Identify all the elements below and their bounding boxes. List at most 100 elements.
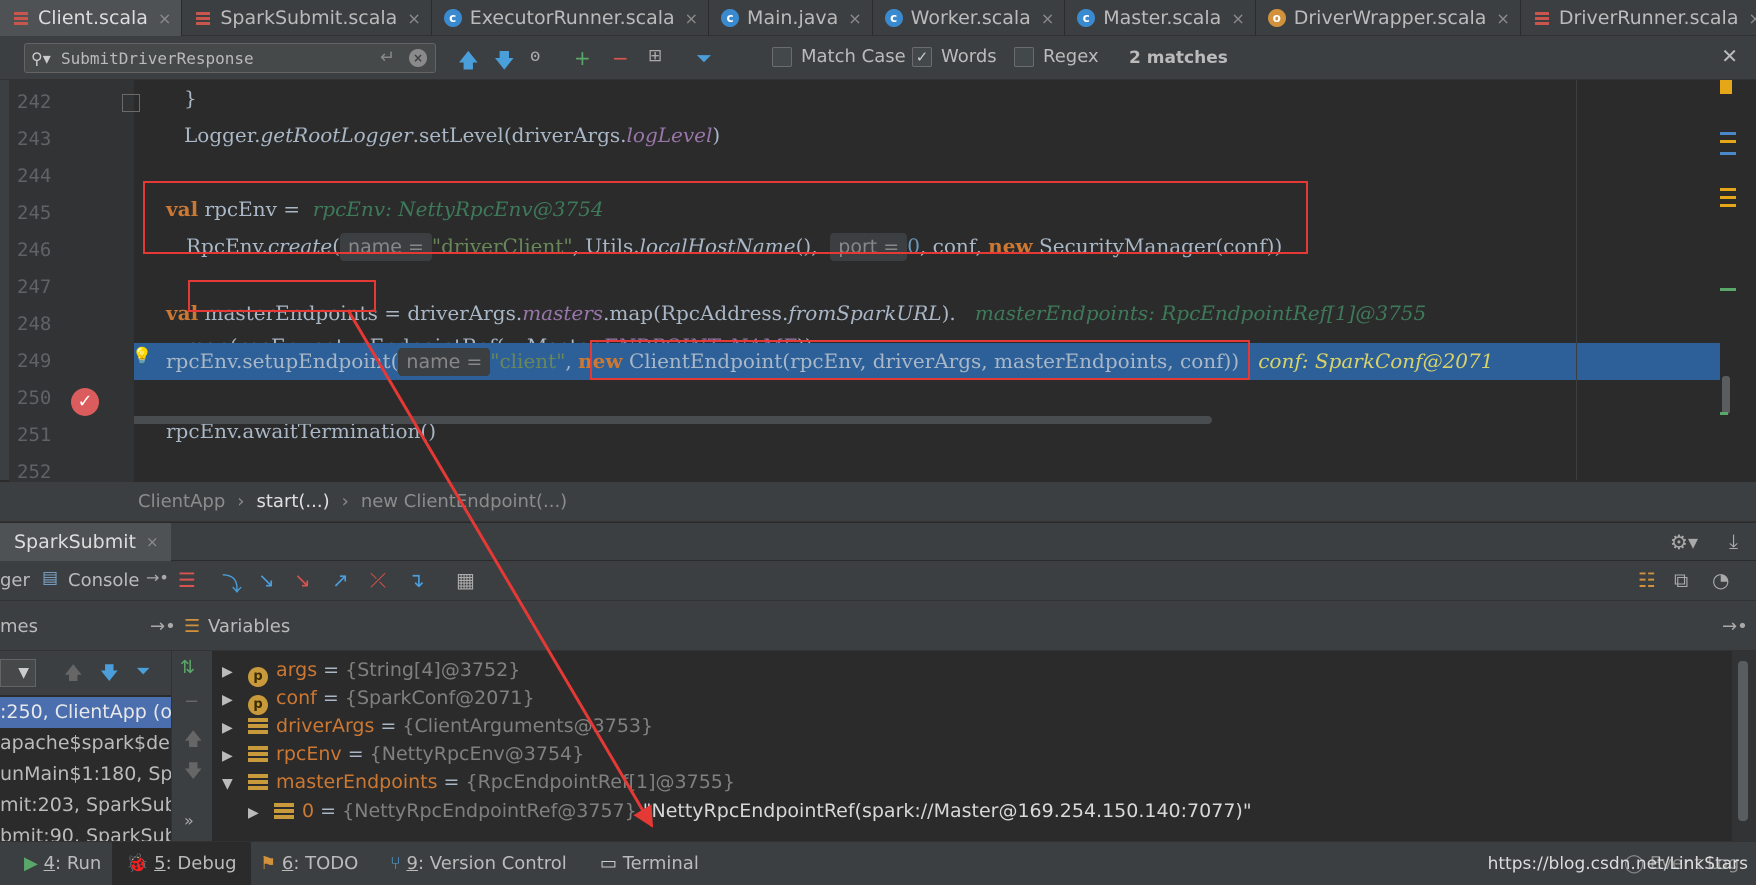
arrow-down-icon[interactable]: 🡇 <box>100 661 119 691</box>
change-marker[interactable] <box>1720 412 1728 415</box>
regex-checkbox[interactable]: Regex <box>1014 46 1099 67</box>
thread-selector[interactable]: ▼ <box>0 659 36 687</box>
step-out-icon[interactable]: ↗ <box>332 568 349 592</box>
breadcrumb-item[interactable]: ClientApp <box>138 491 225 512</box>
horizontal-scrollbar[interactable] <box>134 416 1212 424</box>
tab-debugger[interactable]: ger <box>0 570 30 591</box>
arrow-up-icon[interactable]: 🡅 <box>184 727 203 757</box>
frame-item[interactable]: bmit:90, SparkSubm <box>0 821 171 841</box>
tab-driverrunner-scala[interactable]: DriverRunner.scala × <box>1521 0 1756 36</box>
tab-driverwrapper-scala[interactable]: o DriverWrapper.scala × <box>1256 0 1521 36</box>
tab-console[interactable]: Console <box>68 570 139 591</box>
tab-master-scala[interactable]: c Master.scala × <box>1065 0 1256 36</box>
variable-row[interactable]: ▶ p args = {String[4]@3752} <box>222 655 1732 687</box>
frame-item[interactable]: unMain$1:180, Spark <box>0 759 171 790</box>
pin-icon[interactable]: →• <box>1722 616 1748 637</box>
frame-item[interactable]: apache$spark$depl <box>0 728 171 759</box>
close-icon[interactable]: × <box>1231 9 1244 28</box>
pin-icon[interactable]: →• <box>146 568 169 587</box>
frame-item[interactable]: :250, ClientApp (org <box>0 697 171 728</box>
add-occurrence-icon[interactable]: + <box>574 46 591 70</box>
settings-icon[interactable]: ⧉ <box>1674 568 1688 592</box>
new-watch-icon[interactable]: ⇅ <box>180 657 195 678</box>
show-execution-point-icon[interactable]: ☰ <box>178 568 196 592</box>
find-all-icon[interactable]: ꙩ <box>530 46 540 66</box>
step-over-icon[interactable]: ⤵ <box>222 568 242 597</box>
breadcrumb-item[interactable]: start(...) <box>256 491 329 512</box>
gear-icon[interactable]: ⚙▾ <box>1670 530 1698 554</box>
tab-executorrunner-scala[interactable]: c ExecutorRunner.scala × <box>432 0 710 36</box>
checkbox-box[interactable] <box>772 46 792 67</box>
todo-tool-button[interactable]: ⚑ 6: TODO <box>260 853 358 874</box>
search-input[interactable]: ⚲▾ SubmitDriverResponse ↵ × <box>24 43 436 73</box>
checkmark-icon[interactable]: ✓ <box>912 46 932 67</box>
run-to-cursor-icon[interactable]: ↴ <box>408 568 425 592</box>
frame-item[interactable]: mit:203, SparkSubmit <box>0 790 171 821</box>
remove-watch-icon[interactable]: − <box>184 691 199 712</box>
arrow-up-icon[interactable]: 🡅 <box>64 661 83 691</box>
close-icon[interactable]: × <box>407 9 420 28</box>
editor-scrollbar[interactable] <box>1720 80 1736 480</box>
close-icon[interactable]: × <box>848 9 861 28</box>
expand-icon[interactable]: ▶ <box>248 798 268 829</box>
words-checkbox[interactable]: ✓ Words <box>912 46 997 67</box>
gauge-icon[interactable]: ◔ <box>1712 568 1729 592</box>
close-icon[interactable]: × <box>1496 9 1509 28</box>
change-marker[interactable] <box>1720 204 1736 207</box>
run-tool-button[interactable]: ▶ 4: Run <box>24 853 101 874</box>
variable-child-row[interactable]: ▶ 0 = {NettyRpcEndpointRef@3757} "NettyR… <box>248 796 1732 827</box>
change-marker[interactable] <box>1720 188 1736 191</box>
drop-frame-icon[interactable]: ⤫ <box>370 568 386 592</box>
lightbulb-icon[interactable]: 💡 <box>132 346 152 365</box>
change-marker[interactable] <box>1720 288 1736 291</box>
scroll-thumb[interactable] <box>1738 661 1748 821</box>
variable-row[interactable]: ▼ masterEndpoints = {RpcEndpointRef[1]@3… <box>222 767 1732 798</box>
variable-row[interactable]: ▶ rpcEnv = {NettyRpcEnv@3754} <box>222 739 1732 770</box>
force-step-into-icon[interactable]: ↘ <box>294 568 311 592</box>
tab-worker-scala[interactable]: c Worker.scala × <box>873 0 1066 36</box>
more-icon[interactable]: » <box>184 811 194 830</box>
close-icon[interactable]: × <box>1748 9 1756 28</box>
scroll-thumb[interactable] <box>1722 376 1730 414</box>
debug-tool-button[interactable]: 🐞 5: Debug <box>112 842 251 885</box>
version-control-tool-button[interactable]: ⑂ 9: Version Control <box>390 853 567 874</box>
evaluate-expression-icon[interactable]: ▦ <box>456 568 475 592</box>
tab-main-java[interactable]: c Main.java × <box>709 0 873 36</box>
hide-icon[interactable]: ⤓ <box>1729 529 1738 553</box>
breakpoint-icon[interactable]: ✓ <box>71 388 99 416</box>
close-icon[interactable]: ✕ <box>1721 44 1738 68</box>
close-icon[interactable]: × <box>685 9 698 28</box>
checkbox-box[interactable] <box>1014 46 1034 67</box>
filter-icon[interactable]: ⏷ <box>696 46 712 70</box>
breadcrumb-item[interactable]: new ClientEndpoint(...) <box>361 491 567 512</box>
clear-icon[interactable]: × <box>409 49 427 67</box>
variable-row[interactable]: ▶ driverArgs = {ClientArguments@3753} <box>222 711 1732 742</box>
pin-icon[interactable]: →• <box>150 616 176 637</box>
terminal-tool-button[interactable]: ▭ Terminal <box>600 853 699 874</box>
tab-sparksubmit-scala[interactable]: SparkSubmit.scala × <box>182 0 432 36</box>
filter-icon[interactable]: ⏷ <box>136 661 150 682</box>
collapse-icon[interactable]: ▼ <box>222 769 242 800</box>
close-icon[interactable]: × <box>1041 9 1054 28</box>
variable-row[interactable]: ▶ p conf = {SparkConf@2071} <box>222 683 1732 715</box>
warning-marker[interactable] <box>1720 80 1732 94</box>
tab-client-scala[interactable]: Client.scala × <box>0 0 183 36</box>
close-icon[interactable]: × <box>146 533 159 551</box>
select-all-occurrences-icon[interactable]: ⊞ <box>648 46 662 66</box>
previous-occurrence-icon[interactable]: 🡅 <box>458 46 479 80</box>
search-marker[interactable] <box>1720 132 1736 135</box>
restore-layout-icon[interactable]: ☷ <box>1638 568 1656 592</box>
search-marker[interactable] <box>1720 152 1736 155</box>
change-marker[interactable] <box>1720 196 1736 199</box>
arrow-down-icon[interactable]: 🡇 <box>184 759 203 789</box>
search-icon[interactable]: ⚲▾ <box>31 49 51 68</box>
match-case-checkbox[interactable]: Match Case <box>772 46 906 67</box>
close-icon[interactable]: × <box>158 9 171 28</box>
search-query[interactable]: SubmitDriverResponse <box>61 49 254 68</box>
step-into-icon[interactable]: ↘ <box>258 568 275 592</box>
next-occurrence-icon[interactable]: 🡇 <box>494 46 515 80</box>
variables-scrollbar[interactable] <box>1732 651 1756 841</box>
remove-occurrence-icon[interactable]: − <box>612 46 629 70</box>
change-marker[interactable] <box>1720 140 1736 143</box>
debug-session-tab[interactable]: SparkSubmit × <box>0 523 171 561</box>
